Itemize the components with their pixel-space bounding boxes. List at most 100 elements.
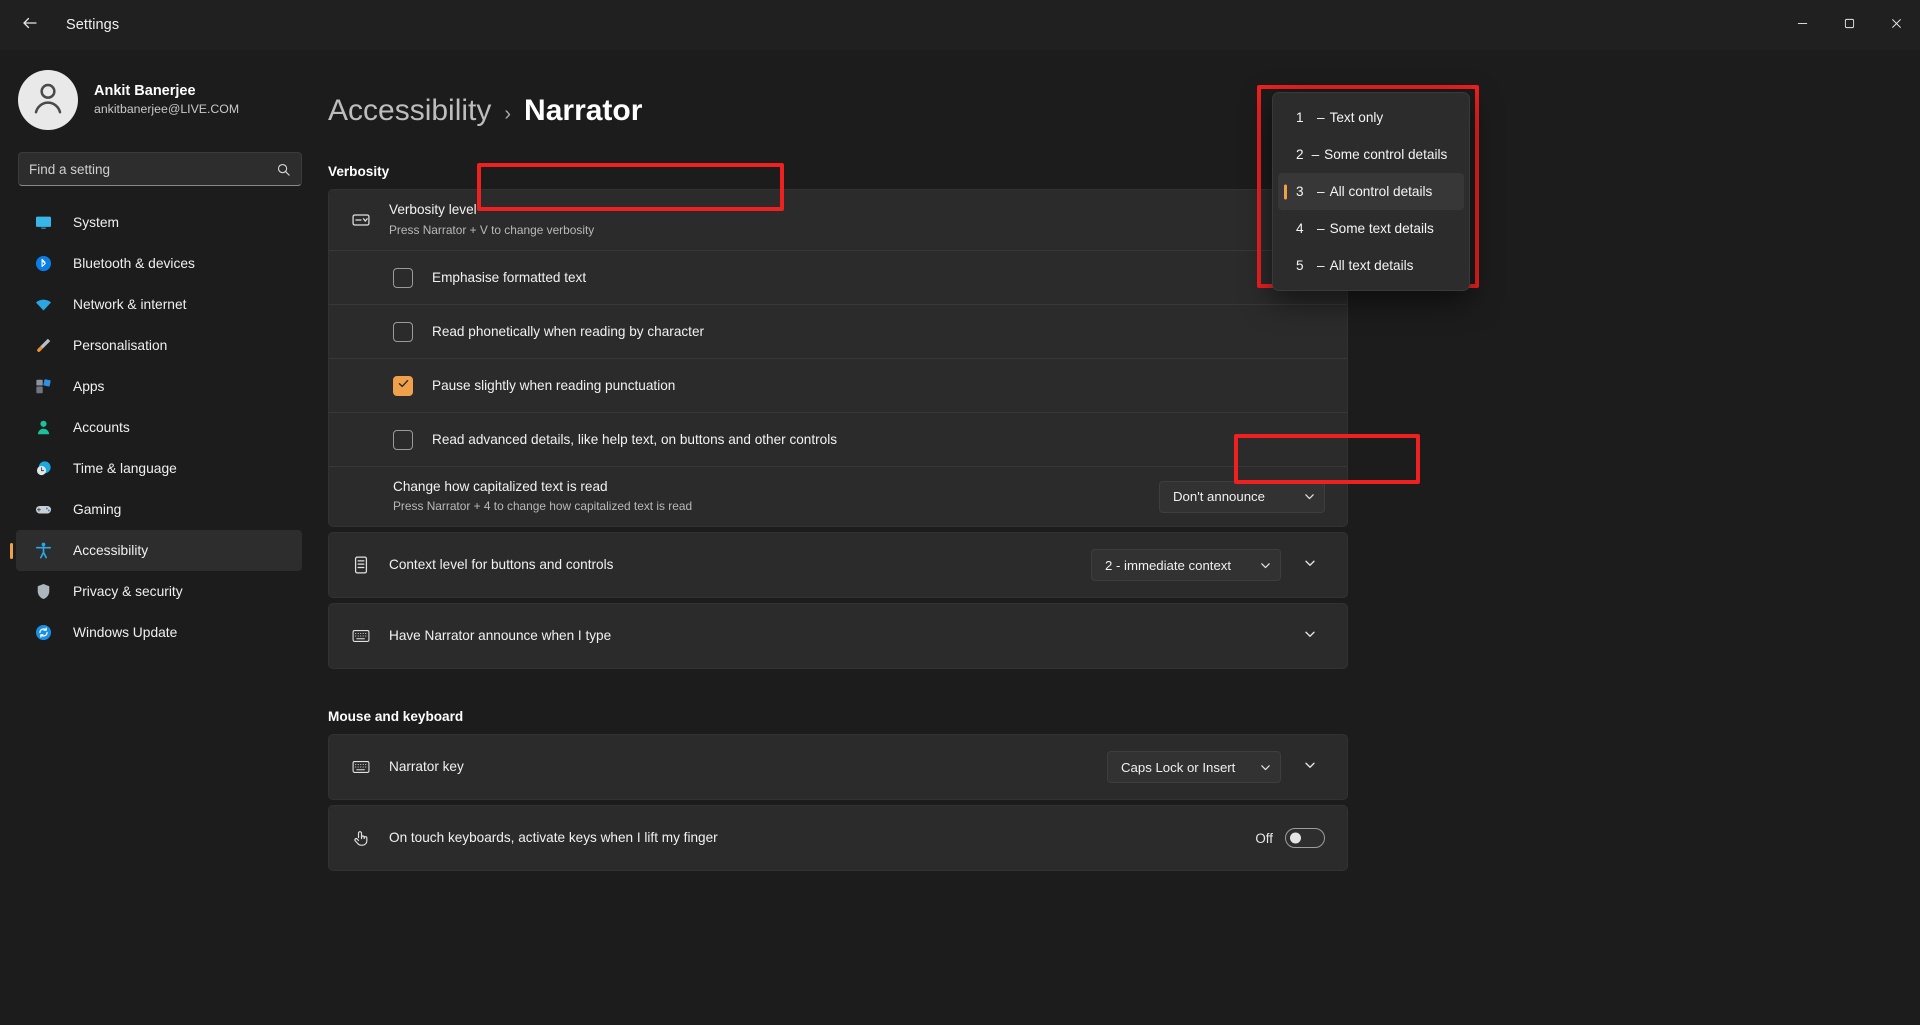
checkbox[interactable] (393, 321, 413, 342)
checkbox-label: Pause slightly when reading punctuation (432, 378, 676, 393)
close-button[interactable] (1873, 0, 1920, 50)
sidebar-item-apps[interactable]: Apps (16, 366, 302, 407)
close-icon (1891, 16, 1902, 34)
checkbox-row[interactable]: Pause slightly when reading punctuation (329, 358, 1347, 412)
checkbox-row[interactable]: Emphasise formatted text (329, 250, 1347, 304)
checkbox-label: Read advanced details, like help text, o… (432, 432, 838, 447)
context-level-dropdown[interactable]: 2 - immediate context (1091, 549, 1281, 581)
context-level-row[interactable]: Context level for buttons and controls 2… (329, 533, 1347, 597)
sidebar-item-personalisation[interactable]: Personalisation (16, 325, 302, 366)
minimize-button[interactable] (1779, 0, 1826, 50)
check-icon (397, 377, 410, 395)
touch-keyboard-row: On touch keyboards, activate keys when I… (329, 806, 1347, 870)
context-level-expander[interactable] (1295, 550, 1325, 580)
sidebar: Ankit Banerjee ankitbanerjee@LIVE.COM Sy… (0, 50, 320, 1025)
sidebar-item-label: Personalisation (73, 338, 168, 353)
list-icon (347, 555, 375, 575)
monitor-icon (32, 212, 54, 234)
verbosity-option-label: All control details (1329, 184, 1433, 199)
verbosity-level-row[interactable]: Verbosity level Press Narrator + V to ch… (329, 190, 1347, 250)
verbosity-option-label: All text details (1329, 258, 1414, 273)
verbosity-option-number: 4 (1296, 221, 1304, 236)
maximize-icon (1844, 16, 1855, 34)
announce-type-card[interactable]: Have Narrator announce when I type (328, 603, 1348, 669)
context-level-title: Context level for buttons and controls (389, 556, 614, 572)
user-profile[interactable]: Ankit Banerjee ankitbanerjee@LIVE.COM (0, 54, 320, 152)
verbosity-option-2[interactable]: 2– Some control details (1278, 136, 1464, 173)
narrator-key-expander[interactable] (1295, 752, 1325, 782)
verbosity-option-5[interactable]: 5– All text details (1278, 247, 1464, 284)
capitalized-text-dropdown-value: Don't announce (1173, 489, 1265, 504)
verbosity-option-dash: – (1317, 184, 1325, 199)
profile-name: Ankit Banerjee (94, 82, 196, 99)
update-icon (32, 622, 54, 644)
search-input[interactable] (29, 161, 276, 177)
sidebar-item-privacy-security[interactable]: Privacy & security (16, 571, 302, 612)
verbosity-option-number: 3 (1296, 184, 1304, 199)
checkbox-row[interactable]: Read phonetically when reading by charac… (329, 304, 1347, 358)
window-controls (1779, 0, 1920, 50)
announce-type-title: Have Narrator announce when I type (389, 627, 612, 643)
sidebar-item-accounts[interactable]: Accounts (16, 407, 302, 448)
back-button[interactable] (8, 8, 52, 42)
verbosity-checkbox-list: Emphasise formatted text Read phoneticall… (329, 250, 1347, 466)
announce-type-row[interactable]: Have Narrator announce when I type (329, 604, 1347, 668)
breadcrumb: Accessibility › Narrator (328, 94, 1920, 128)
touch-keyboard-title: On touch keyboards, activate keys when I… (389, 829, 718, 845)
context-level-dropdown-value: 2 - immediate context (1105, 557, 1232, 573)
verbosity-option-4[interactable]: 4– Some text details (1278, 210, 1464, 247)
sidebar-item-accessibility[interactable]: Accessibility (16, 530, 302, 571)
sidebar-item-label: Accounts (73, 420, 130, 435)
narrator-key-card[interactable]: Narrator key Caps Lock or Insert (328, 734, 1348, 800)
arrow-left-icon (21, 14, 39, 37)
main-content: Accessibility › Narrator Verbosity Verbo… (320, 50, 1920, 1025)
verbosity-option-number: 5 (1296, 258, 1304, 273)
maximize-button[interactable] (1826, 0, 1873, 50)
sidebar-item-label: System (73, 215, 119, 230)
capitalized-text-title: Change how capitalized text is read (393, 478, 608, 494)
title-bar: Settings (0, 0, 1920, 50)
touch-keyboard-card: On touch keyboards, activate keys when I… (328, 805, 1348, 871)
sidebar-item-label: Apps (73, 379, 105, 394)
search-icon[interactable] (276, 162, 291, 177)
wifi-icon (32, 294, 54, 316)
sidebar-item-label: Gaming (73, 502, 122, 517)
verbosity-option-number: 1 (1296, 110, 1304, 125)
sidebar-item-system[interactable]: System (16, 202, 302, 243)
narrator-key-dropdown[interactable]: Caps Lock or Insert (1107, 751, 1281, 783)
narrator-key-row[interactable]: Narrator key Caps Lock or Insert (329, 735, 1347, 799)
toggle-knob (1290, 832, 1301, 844)
checkbox-checked[interactable] (393, 375, 413, 396)
verbosity-option-number: 2 (1296, 147, 1304, 162)
narrator-key-dropdown-value: Caps Lock or Insert (1121, 759, 1236, 775)
sidebar-item-time-language[interactable]: Time & language (16, 448, 302, 489)
touch-keyboard-toggle[interactable] (1285, 828, 1325, 848)
checkbox-label: Read phonetically when reading by charac… (432, 324, 705, 339)
announce-type-expander[interactable] (1295, 621, 1325, 651)
app-title: Settings (66, 17, 120, 33)
capitalized-text-row[interactable]: Change how capitalized text is read Pres… (329, 466, 1347, 526)
capitalized-text-dropdown[interactable]: Don't announce (1159, 480, 1325, 513)
verbosity-option-dash: – (1317, 110, 1325, 125)
sidebar-item-bluetooth-devices[interactable]: Bluetooth & devices (16, 243, 302, 284)
user-avatar-icon (28, 78, 68, 123)
breadcrumb-accessibility[interactable]: Accessibility (328, 94, 491, 128)
checkbox-row[interactable]: Read advanced details, like help text, o… (329, 412, 1347, 466)
checkbox[interactable] (393, 429, 413, 450)
page-title: Narrator (524, 94, 643, 127)
narrator-key-title: Narrator key (389, 758, 464, 774)
verbosity-option-dash: – (1311, 147, 1320, 162)
verbosity-level-flyout[interactable]: 1– Text only 2– Some control details 3– All c… (1272, 92, 1470, 291)
verbosity-option-3[interactable]: 3– All control details (1278, 173, 1464, 210)
person-icon (32, 417, 54, 439)
touch-icon (347, 828, 375, 848)
checkbox[interactable] (393, 267, 413, 288)
keyboard-icon (347, 626, 375, 646)
sidebar-item-gaming[interactable]: Gaming (16, 489, 302, 530)
search-box[interactable] (18, 152, 302, 186)
sidebar-item-network-internet[interactable]: Network & internet (16, 284, 302, 325)
sidebar-item-windows-update[interactable]: Windows Update (16, 612, 302, 653)
apps-icon (32, 376, 54, 398)
verbosity-option-1[interactable]: 1– Text only (1278, 99, 1464, 136)
context-level-card[interactable]: Context level for buttons and controls 2… (328, 532, 1348, 598)
